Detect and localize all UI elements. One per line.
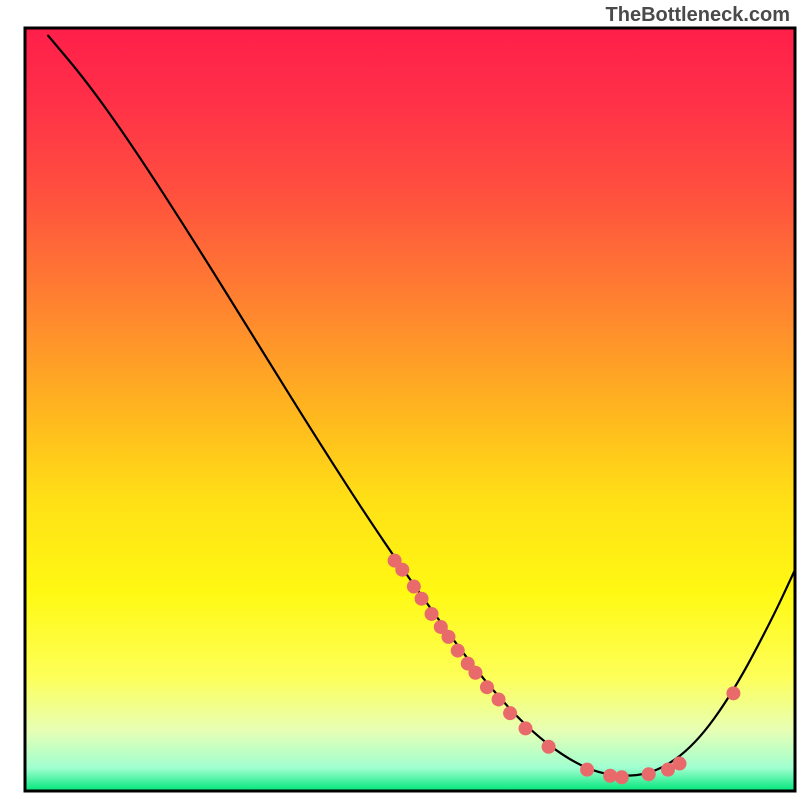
- data-marker: [480, 680, 494, 694]
- watermark-text: TheBottleneck.com: [606, 4, 790, 27]
- data-marker: [415, 592, 429, 606]
- data-marker: [503, 706, 517, 720]
- data-marker: [442, 630, 456, 644]
- data-marker: [726, 686, 740, 700]
- data-marker: [492, 692, 506, 706]
- data-marker: [395, 563, 409, 577]
- data-marker: [407, 580, 421, 594]
- data-marker: [542, 740, 556, 754]
- data-marker: [425, 607, 439, 621]
- data-marker: [451, 644, 465, 658]
- data-marker: [615, 770, 629, 784]
- data-marker: [519, 721, 533, 735]
- data-marker: [673, 757, 687, 771]
- data-marker: [642, 767, 656, 781]
- data-marker: [468, 666, 482, 680]
- bottleneck-chart: [0, 0, 800, 800]
- chart-container: { "watermark": "TheBottleneck.com", "cha…: [0, 0, 800, 800]
- data-marker: [580, 763, 594, 777]
- plot-area: [25, 28, 795, 791]
- gradient-background: [25, 28, 795, 791]
